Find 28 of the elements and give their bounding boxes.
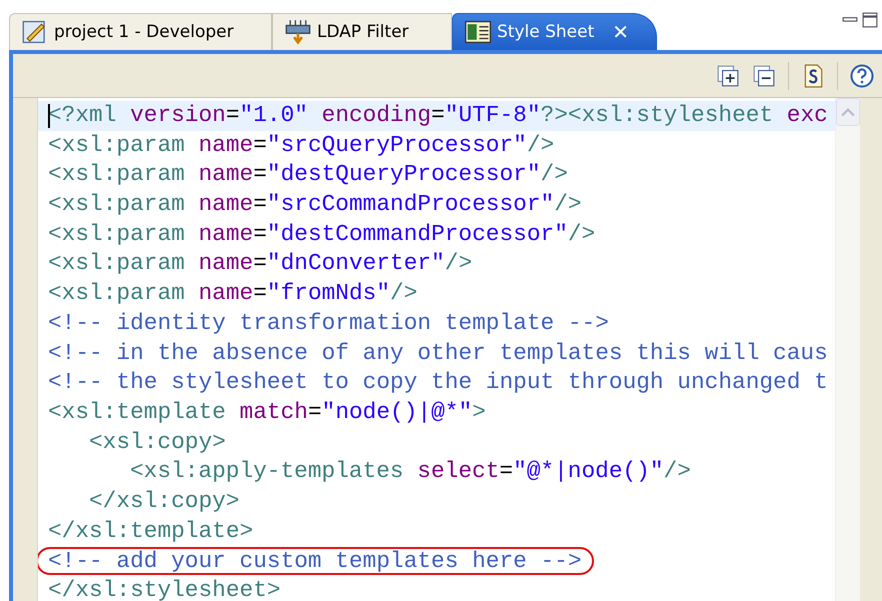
code-line: <xsl:param name="fromNds"/> xyxy=(48,279,418,308)
code-line: <!-- identity transformation template --> xyxy=(48,308,609,338)
collapse-all-icon[interactable] xyxy=(752,64,776,88)
code-line: </xsl:template> xyxy=(48,516,254,546)
close-button[interactable]: ✕ xyxy=(608,20,634,44)
funnel-arrow-icon xyxy=(285,19,311,45)
code-line: <xsl:param name="destCommandProcessor"/> xyxy=(48,220,596,249)
code-line: <!-- the stylesheet to copy the input through unchanged t xyxy=(48,368,828,398)
code-line: <?xml version="1.0" encoding="UTF-8"?><xsl:stylesheet exc xyxy=(48,101,828,130)
editor-tab[interactable]: Style Sheet ✕ xyxy=(452,13,657,50)
help-icon[interactable] xyxy=(850,64,874,88)
code-line: <xsl:param name="srcCommandProcessor"/> xyxy=(48,190,582,220)
code-line: <!-- in the absence of any other templates this will caus xyxy=(48,338,828,368)
editor-tab[interactable]: LDAP Filter xyxy=(272,13,452,50)
code-line: <xsl:param name="dnConverter"/> xyxy=(48,249,472,278)
maximize-icon[interactable] xyxy=(862,12,878,28)
pencil-document-icon xyxy=(22,19,48,45)
code-line: <!-- add your custom templates here --> xyxy=(38,547,594,576)
code-line: <xsl:copy> xyxy=(89,428,226,457)
code-line: </xsl:stylesheet> xyxy=(48,576,281,601)
code-line: </xsl:copy> xyxy=(89,486,240,516)
scrollbar[interactable] xyxy=(835,98,860,601)
expand-all-icon[interactable] xyxy=(716,64,740,88)
code-line: <xsl:apply-templates select="@*|node()"/> xyxy=(130,457,691,486)
code-line: <xsl:param name="destQueryProcessor"/> xyxy=(48,160,568,190)
code-line: <xsl:template match="node()|@*"> xyxy=(48,398,486,427)
editor-tab[interactable]: project 1 - Developer xyxy=(9,13,272,50)
code-line: <xsl:param name="srcQueryProcessor"/> xyxy=(48,130,554,160)
